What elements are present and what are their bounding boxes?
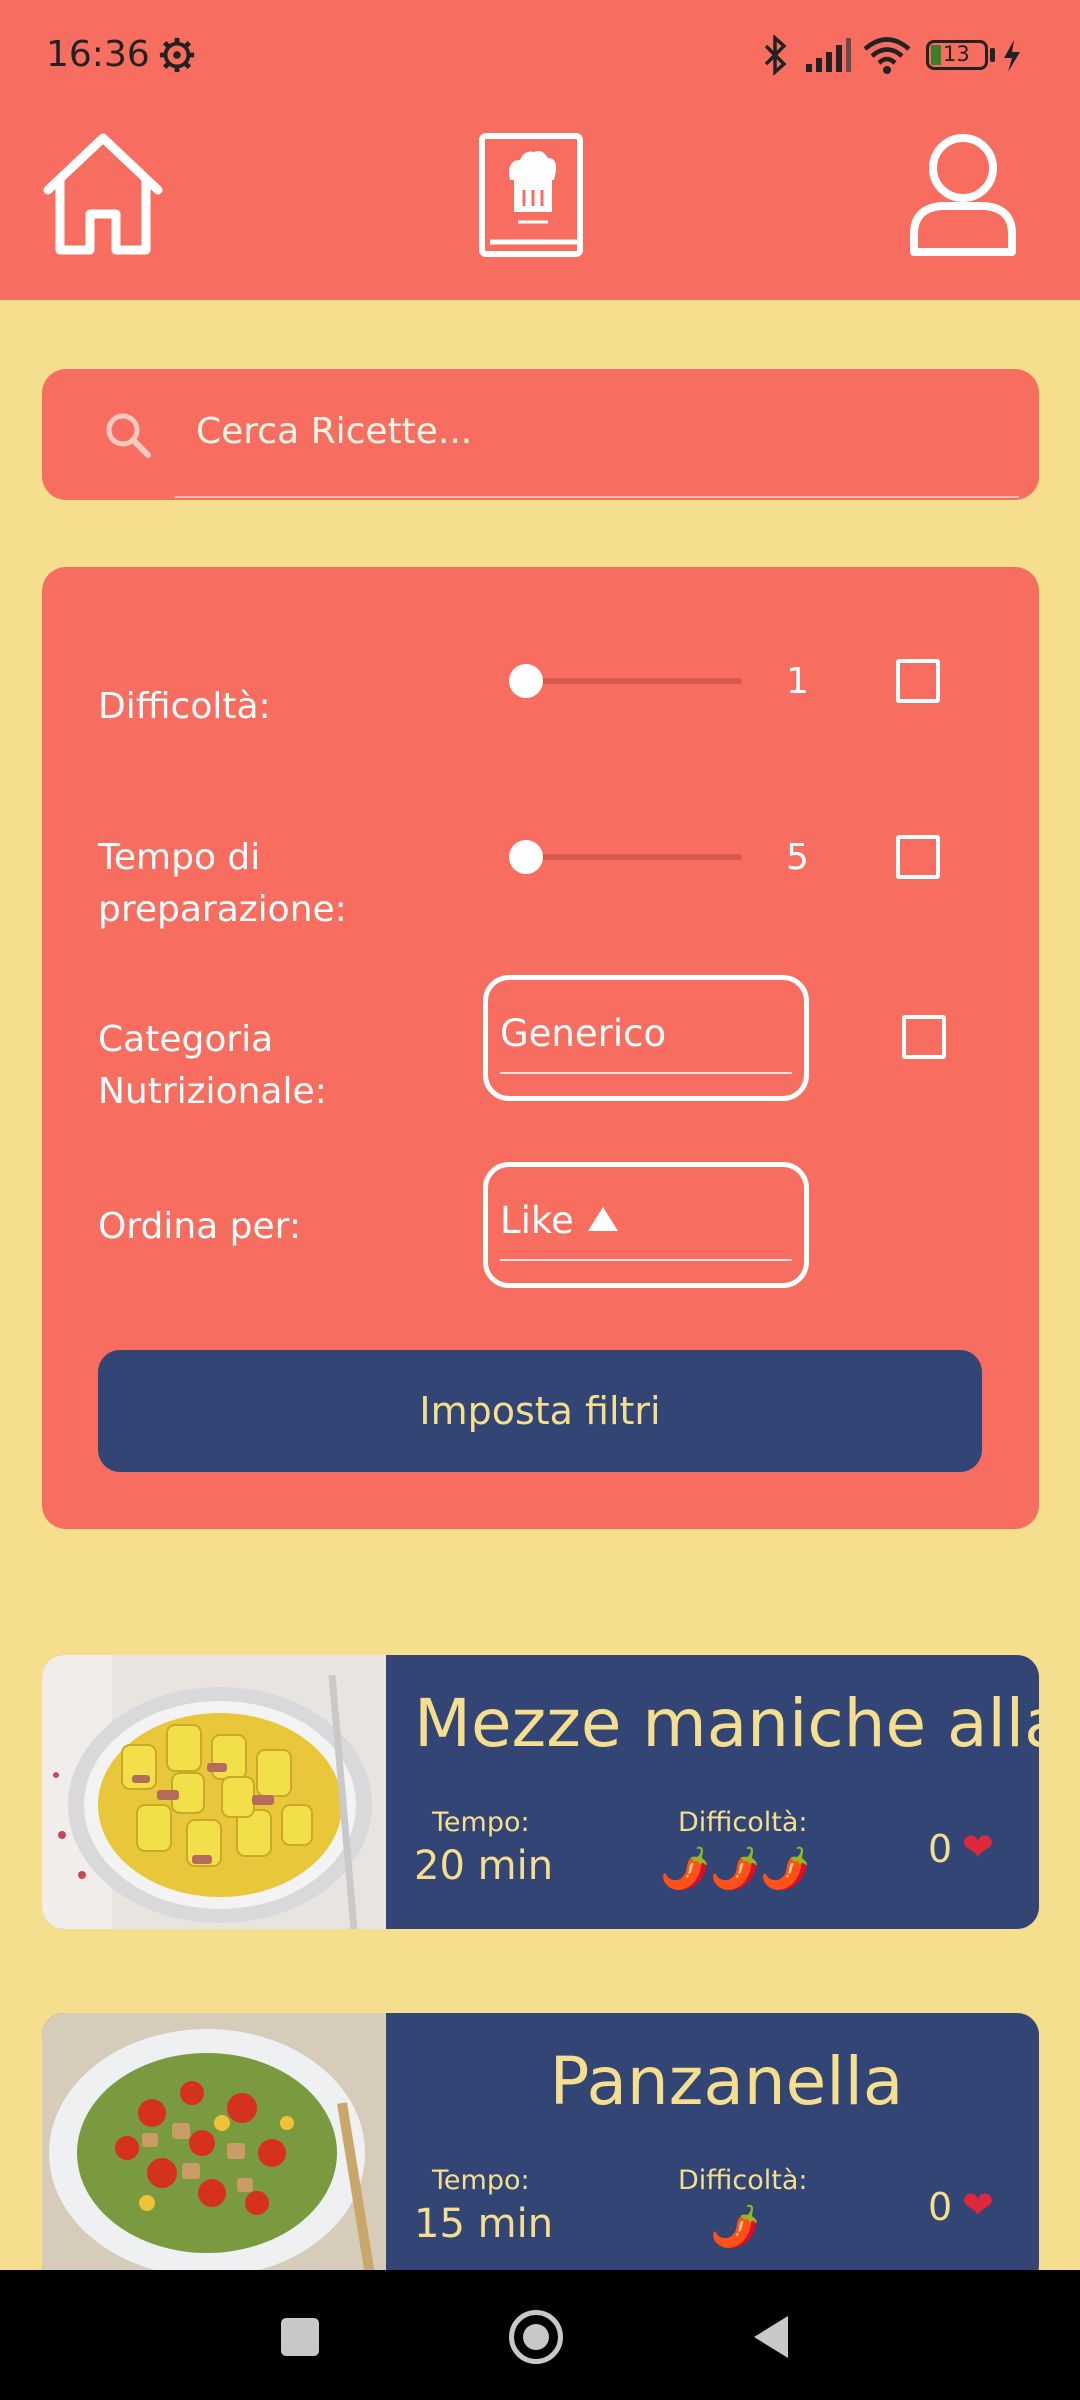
sort-ascending-icon [587,1206,618,1231]
time-value: 15 min [414,2201,554,2247]
difficulty-slider[interactable] [526,678,742,684]
signal-icon [806,38,851,72]
home-button[interactable] [509,2310,563,2364]
chili-icon: 🌶️ [660,1846,710,1892]
difficulty-label: Difficoltà: [98,686,271,727]
bluetooth-icon [764,34,787,76]
back-button[interactable] [750,2314,790,2360]
category-label-line2: Nutrizionale: [98,1071,327,1112]
prep-time-label-line2: preparazione: [98,889,347,930]
prep-time-slider-thumb[interactable] [509,840,543,874]
battery-level: 13 [943,42,970,66]
difficulty-label: Difficoltà: [678,2165,808,2196]
category-checkbox[interactable] [902,1015,946,1059]
battery-tip [990,48,995,62]
chef-book-icon[interactable] [476,130,586,260]
filters-panel: Difficoltà: 1 Tempo di preparazione: 5 C… [42,567,1039,1529]
charging-bolt-icon [1004,40,1020,72]
sort-label: Ordina per: [98,1206,301,1247]
category-underline [500,1072,792,1074]
heart-icon[interactable]: ❤ [962,1825,994,1869]
recipe-image [42,1655,386,1929]
difficulty-checkbox[interactable] [896,659,940,703]
user-icon[interactable] [908,130,1018,260]
category-select[interactable]: Generico [483,975,809,1101]
time-label: Tempo: [432,1807,530,1838]
wifi-icon [863,37,911,74]
top-bar: 16:36 13 [0,0,1080,300]
recipe-title: Panzanella [549,2043,904,2120]
sort-underline [500,1259,792,1261]
search-bar[interactable]: Cerca Ricette... [42,369,1039,500]
heart-icon[interactable]: ❤ [962,2183,994,2227]
search-icon [106,413,151,458]
sort-selected: Like [500,1199,574,1242]
settings-gear-icon [159,37,195,73]
category-label-line1: Categoria [98,1019,274,1060]
recipe-image [42,2013,386,2287]
recipe-card[interactable]: Panzanella Tempo: 15 min Difficoltà: 🌶️ … [42,2013,1039,2287]
chili-icon: 🌶️ [710,1846,760,1892]
search-underline [174,496,1019,498]
chili-icon: 🌶️ [760,1846,810,1892]
battery-icon: 13 [926,40,988,70]
system-nav-bar [0,2270,1080,2400]
status-time: 16:36 [46,34,150,75]
recipe-title: Mezze maniche alla [414,1685,1039,1762]
apply-filters-button[interactable]: Imposta filtri [98,1350,982,1472]
difficulty-value: 1 [786,661,809,702]
difficulty-slider-thumb[interactable] [509,664,543,698]
prep-time-slider[interactable] [526,854,742,860]
recipe-card[interactable]: Mezze maniche alla Tempo: 20 min Diffico… [42,1655,1039,1929]
recents-button[interactable] [281,2318,319,2356]
chili-icon: 🌶️ [710,2204,760,2250]
like-count: 0 [928,2185,953,2229]
sort-select[interactable]: Like [483,1162,809,1288]
search-input[interactable]: Cerca Ricette... [196,411,472,452]
time-label: Tempo: [432,2165,530,2196]
time-value: 20 min [414,1843,554,1889]
prep-time-value: 5 [786,837,809,878]
category-selected: Generico [500,1012,667,1055]
difficulty-label: Difficoltà: [678,1807,808,1838]
like-count: 0 [928,1827,953,1871]
prep-time-label-line1: Tempo di [98,837,261,878]
sort-value: Like [500,1199,618,1242]
prep-time-checkbox[interactable] [896,835,940,879]
home-icon[interactable] [38,130,168,260]
